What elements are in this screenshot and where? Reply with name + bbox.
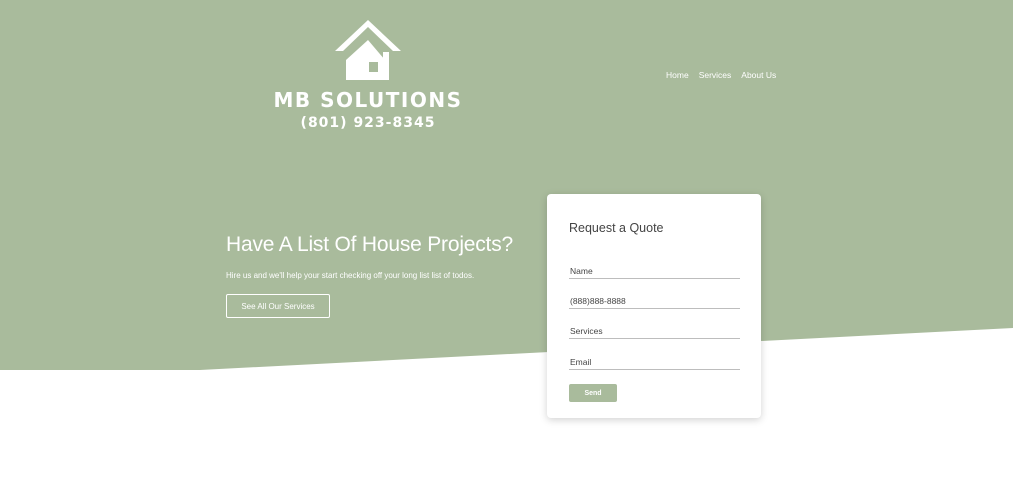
see-services-button[interactable]: See All Our Services bbox=[226, 294, 330, 318]
name-input[interactable] bbox=[569, 264, 740, 279]
quote-form-card: Request a Quote Send bbox=[547, 194, 761, 418]
hero-background bbox=[0, 0, 1013, 370]
quote-form-title: Request a Quote bbox=[569, 221, 664, 235]
send-button[interactable]: Send bbox=[569, 384, 617, 402]
brand-name: MB SOLUTIONS bbox=[273, 88, 463, 112]
email-input[interactable] bbox=[569, 355, 740, 370]
hero-headline: Have A List Of House Projects? bbox=[226, 233, 513, 256]
services-input[interactable] bbox=[569, 324, 740, 339]
nav-services[interactable]: Services bbox=[699, 70, 732, 80]
logo[interactable]: MB SOLUTIONS (801) 923-8345 bbox=[268, 18, 468, 132]
hero-subtext: Hire us and we'll help your start checki… bbox=[226, 271, 475, 280]
house-icon bbox=[335, 20, 401, 80]
phone-number: (801) 923-8345 bbox=[300, 115, 436, 131]
main-nav: Home Services About Us bbox=[666, 70, 776, 80]
nav-home[interactable]: Home bbox=[666, 70, 689, 80]
nav-about-us[interactable]: About Us bbox=[741, 70, 776, 80]
phone-input[interactable] bbox=[569, 294, 740, 309]
